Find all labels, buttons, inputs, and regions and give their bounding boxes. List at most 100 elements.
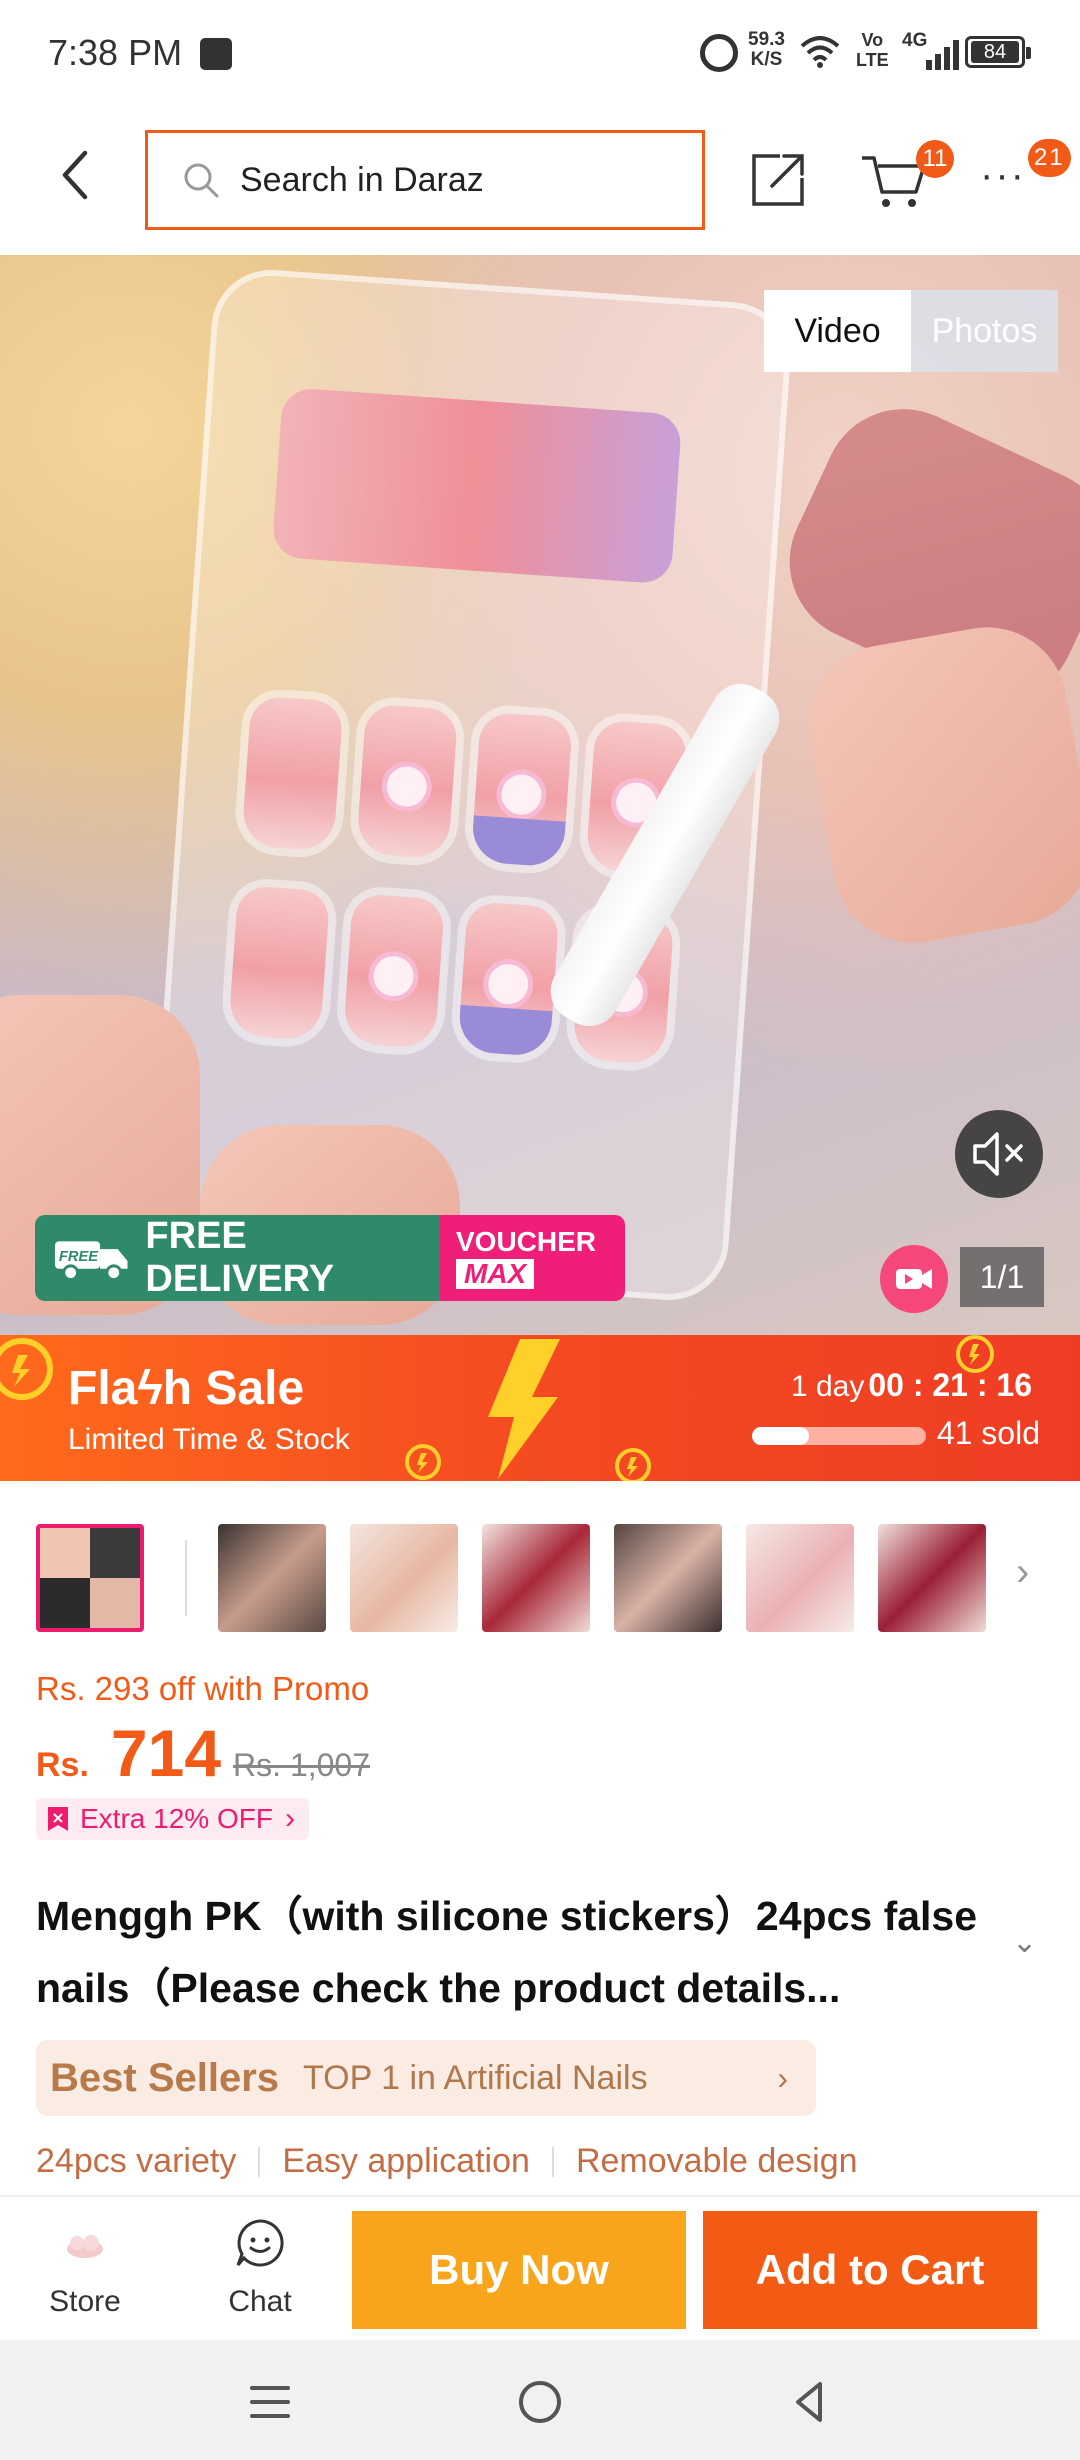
- nail-tip: [241, 695, 344, 852]
- sold-progress-fill: [752, 1427, 810, 1445]
- coupon-icon: [48, 1807, 68, 1831]
- chat-label: Chat: [228, 2285, 292, 2318]
- buy-now-button[interactable]: Buy Now: [352, 2211, 686, 2329]
- chat-button[interactable]: Chat: [200, 2217, 320, 2327]
- chevron-right-icon[interactable]: ›: [1016, 1550, 1029, 1595]
- free-delivery-text: FREE DELIVERY: [145, 1215, 335, 1300]
- media-tab-switcher: Video Photos: [764, 290, 1058, 372]
- tab-photos[interactable]: Photos: [911, 290, 1058, 372]
- delivery-truck-icon: FREE: [54, 1241, 128, 1282]
- timer-days: 1 day: [790, 1370, 865, 1403]
- mute-button[interactable]: [955, 1110, 1043, 1198]
- promo-discount-text: Rs. 293 off with Promo: [36, 1670, 370, 1707]
- sold-progress-bar: [752, 1427, 926, 1445]
- back-button[interactable]: [40, 140, 110, 210]
- speaker-muted-icon: [973, 1132, 1023, 1176]
- status-time: 7:38 PM: [48, 32, 183, 73]
- alarm-clock-icon: [615, 1448, 651, 1481]
- extra-off-text: Extra 12% OFF: [80, 1803, 273, 1834]
- thumbnail-item[interactable]: [350, 1524, 458, 1632]
- thumbnail-item[interactable]: [218, 1524, 326, 1632]
- feature-item: Removable design: [575, 2142, 858, 2180]
- volte-indicator: Vo LTE: [856, 30, 889, 70]
- network-speed: 59.3 K/S: [748, 29, 785, 70]
- feature-item: Easy application: [282, 2142, 530, 2180]
- flash-sale-subtitle: Limited Time & Stock: [68, 1423, 350, 1456]
- cart-count-badge: 11: [916, 140, 954, 178]
- video-camera-button[interactable]: [880, 1245, 948, 1313]
- wifi-icon: [800, 36, 840, 68]
- signal-icon: [926, 40, 959, 70]
- battery-level: 84: [971, 41, 1019, 63]
- thumbnail-item[interactable]: [746, 1524, 854, 1632]
- tab-video[interactable]: Video: [764, 290, 911, 372]
- more-options-button[interactable]: ··· 21: [980, 139, 1071, 195]
- message-count-badge: 21: [1028, 139, 1071, 177]
- divider: [258, 2146, 261, 2177]
- best-sellers-label: Best Sellers: [50, 2055, 280, 2100]
- voucher-max-badge: VOUCHER MAX: [440, 1215, 625, 1301]
- alarm-icon: [700, 34, 738, 72]
- nail-tip-stack: [271, 387, 683, 585]
- search-input[interactable]: Search in Daraz: [145, 130, 705, 230]
- thumbnail-strip: ›: [0, 1520, 1080, 1635]
- home-icon[interactable]: [514, 2376, 566, 2428]
- countdown-timer: 1 day 00 : 21 : 16: [791, 1367, 1032, 1404]
- free-tag-text: FREE: [59, 1249, 99, 1265]
- thumbnail-item[interactable]: [878, 1524, 986, 1632]
- chevron-down-icon[interactable]: ⌄: [1012, 1925, 1037, 1960]
- recent-apps-icon[interactable]: [244, 2376, 296, 2428]
- status-bar: 7:38 PM 59.3 K/S Vo LTE 4G 84: [0, 0, 1080, 110]
- finger: [795, 614, 1080, 956]
- chevron-right-icon: ›: [777, 2059, 788, 2096]
- free-delivery-banner: FREE FREE DELIVERY VOUCHER MAX: [35, 1215, 625, 1301]
- price-original: Rs. 1,007: [233, 1747, 371, 1783]
- best-sellers-banner[interactable]: Best Sellers TOP 1 in Artificial Nails ›: [36, 2040, 816, 2116]
- product-title: Menggh PK（with silicone stickers）24pcs f…: [36, 1893, 978, 2011]
- top-header: Search in Daraz 11 ··· 21: [0, 110, 1080, 255]
- divider: [551, 2146, 554, 2177]
- app-notification-icon: [200, 38, 232, 70]
- store-label: Store: [49, 2285, 121, 2318]
- nail-tip: [355, 703, 459, 860]
- thumbnail-item[interactable]: [482, 1524, 590, 1632]
- product-media-gallery[interactable]: Video Photos FREE FREE DELIVERY VOUCHER …: [0, 255, 1080, 1335]
- price-current: 714: [110, 1716, 222, 1790]
- video-camera-icon: [896, 1269, 932, 1289]
- battery-icon: 84: [965, 36, 1031, 68]
- alarm-clock-icon: [0, 1338, 53, 1400]
- nail-tip: [470, 711, 573, 868]
- chat-icon: [236, 2219, 284, 2267]
- extra-off-badge[interactable]: Extra 12% OFF ›: [36, 1798, 309, 1840]
- timer-clock: 00 : 21 : 16: [868, 1367, 1032, 1403]
- price-currency: Rs.: [36, 1746, 89, 1784]
- nail-tip: [227, 885, 331, 1042]
- nail-tip: [457, 901, 560, 1058]
- system-back-icon[interactable]: [784, 2376, 836, 2428]
- search-placeholder: Search in Daraz: [240, 160, 484, 199]
- search-icon: [184, 163, 219, 198]
- alarm-clock-icon: [405, 1444, 441, 1480]
- lightning-bolt-icon: [488, 1339, 560, 1479]
- add-to-cart-button[interactable]: Add to Cart: [703, 2211, 1037, 2329]
- thumbnail-item[interactable]: [614, 1524, 722, 1632]
- cart-button[interactable]: 11: [860, 140, 954, 210]
- store-icon: [67, 2235, 103, 2258]
- flash-sale-banner[interactable]: Flaϟh Sale Limited Time & Stock 1 day 00…: [0, 1335, 1080, 1481]
- best-sellers-rank: TOP 1 in Artificial Nails: [303, 2058, 648, 2097]
- nail-tip: [342, 893, 445, 1050]
- system-navigation-bar: [0, 2340, 1080, 2460]
- feature-highlights: 24pcs variety Easy application Removable…: [36, 2142, 858, 2181]
- thumbnail-item[interactable]: [36, 1524, 144, 1632]
- flash-sale-title: Flaϟh Sale: [68, 1362, 305, 1415]
- feature-item: 24pcs variety: [36, 2142, 237, 2180]
- more-dots-icon: ···: [980, 153, 1026, 197]
- store-button[interactable]: Store: [25, 2217, 145, 2327]
- chevron-right-icon: ›: [284, 1802, 295, 1835]
- media-counter: 1/1: [960, 1247, 1044, 1307]
- price-row: Rs. 714 Rs. 1,007: [36, 1715, 370, 1791]
- bottom-action-bar: Store Chat Buy Now Add to Cart: [0, 2195, 1080, 2340]
- thumbnail-divider: [185, 1540, 187, 1616]
- sold-count: 41 sold: [936, 1415, 1040, 1451]
- share-icon[interactable]: [748, 150, 808, 210]
